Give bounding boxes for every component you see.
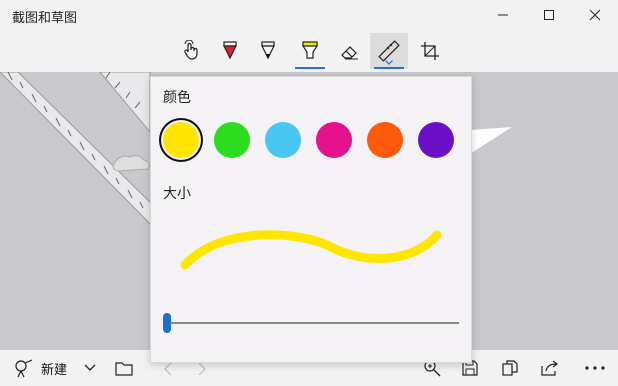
more-button[interactable] (580, 350, 610, 386)
close-icon (589, 9, 601, 21)
color-swatch-1[interactable] (163, 122, 199, 158)
ruler-button[interactable] (370, 33, 408, 69)
color-swatch-6[interactable] (418, 122, 454, 158)
copy-icon (502, 360, 518, 376)
close-button[interactable] (572, 0, 618, 30)
chevron-down-icon (385, 60, 393, 65)
share-icon (541, 360, 558, 376)
crop-button[interactable] (411, 33, 449, 69)
new-snip-label: 新建 (40, 361, 67, 377)
cloud-sketch (112, 155, 150, 172)
eraser-button[interactable] (331, 33, 369, 69)
more-icon (585, 366, 605, 370)
open-file-button[interactable] (108, 350, 140, 386)
share-button[interactable] (536, 350, 564, 386)
minimize-icon (498, 14, 508, 16)
pencil-icon (261, 41, 275, 60)
color-swatch-3[interactable] (265, 122, 301, 158)
maximize-button[interactable] (526, 0, 572, 30)
size-heading: 大小 (163, 185, 191, 201)
white-shape (470, 127, 512, 154)
open-folder-icon (115, 362, 133, 376)
undo-icon (164, 362, 172, 375)
minimize-button[interactable] (480, 0, 526, 30)
color-swatch-5[interactable] (367, 122, 403, 158)
highlighter-icon (301, 41, 319, 59)
stroke-size-preview (180, 230, 442, 270)
new-snip-button[interactable]: 新建 (10, 350, 70, 386)
maximize-icon (544, 10, 554, 20)
size-slider-thumb[interactable] (163, 313, 171, 333)
highlighter-button[interactable] (291, 33, 329, 69)
touch-writing-icon (184, 40, 198, 60)
pencil-button[interactable] (249, 33, 287, 69)
new-snip-dropdown[interactable] (78, 350, 102, 386)
redo-icon (198, 362, 206, 375)
ruler-selected-indicator (374, 67, 404, 69)
size-slider-track[interactable] (167, 322, 459, 324)
new-snip-icon (15, 359, 33, 378)
ruler-icon (378, 40, 400, 62)
eraser-icon (341, 46, 358, 60)
highlighter-options-flyout: 颜色 大小 (150, 76, 472, 363)
color-heading: 颜色 (163, 89, 191, 105)
ink-toolbar (0, 30, 618, 72)
ballpoint-pen-icon (223, 41, 237, 60)
highlighter-selected-indicator (295, 67, 325, 69)
copy-button[interactable] (496, 350, 524, 386)
dropdown-chevron-icon (84, 364, 96, 371)
color-swatch-4[interactable] (316, 122, 352, 158)
ballpoint-pen-button[interactable] (211, 33, 249, 69)
title-bar: 截图和草图 (0, 0, 618, 30)
color-swatch-2[interactable] (214, 122, 250, 158)
ruler-overlay (0, 72, 171, 246)
app-title: 截图和草图 (12, 10, 78, 25)
crop-icon (421, 42, 439, 60)
touch-writing-button[interactable] (173, 33, 211, 69)
